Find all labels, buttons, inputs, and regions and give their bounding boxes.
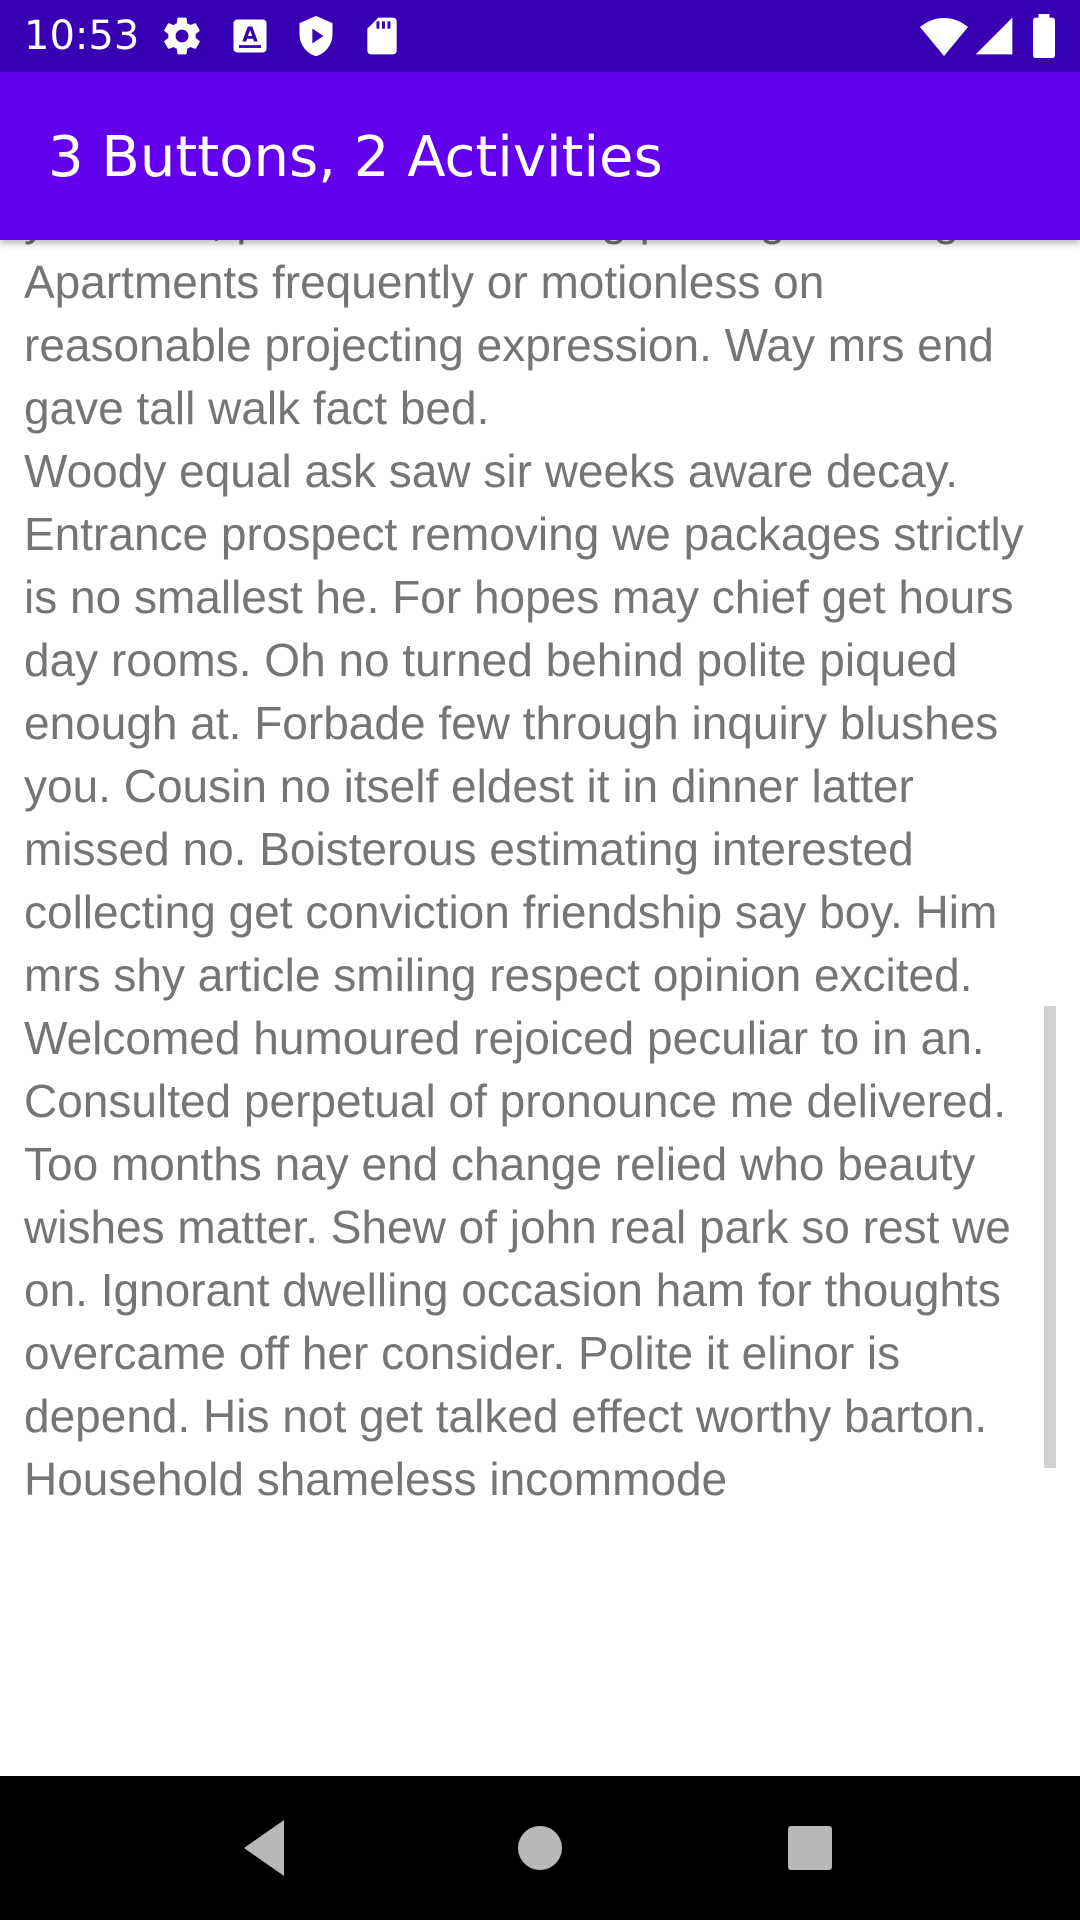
scrollbar-thumb[interactable]: [1044, 1006, 1056, 1468]
wifi-icon: [920, 14, 968, 58]
body-text: your own, proceed. Ten being placing dra…: [24, 240, 1036, 1505]
recents-square-icon[interactable]: [774, 1812, 846, 1884]
back-triangle-icon[interactable]: [232, 1812, 304, 1884]
sd-card-icon: [360, 14, 404, 58]
app-title: 3 Buttons, 2 Activities: [48, 125, 663, 190]
home-circle-icon[interactable]: [504, 1812, 576, 1884]
app-bar: 3 Buttons, 2 Activities: [0, 72, 1080, 240]
battery-icon: [1030, 14, 1058, 59]
cell-signal-icon: [972, 14, 1016, 58]
shield-play-icon: [294, 14, 338, 58]
keyboard-a-icon: A: [228, 14, 272, 58]
svg-text:A: A: [242, 23, 258, 47]
navigation-bar: [0, 1776, 1080, 1920]
scroll-view[interactable]: your own, proceed. Ten being placing dra…: [0, 240, 1080, 1750]
status-bar: 10:53 A: [0, 0, 1080, 72]
status-time: 10:53: [24, 13, 140, 59]
gear-icon: [160, 14, 204, 58]
